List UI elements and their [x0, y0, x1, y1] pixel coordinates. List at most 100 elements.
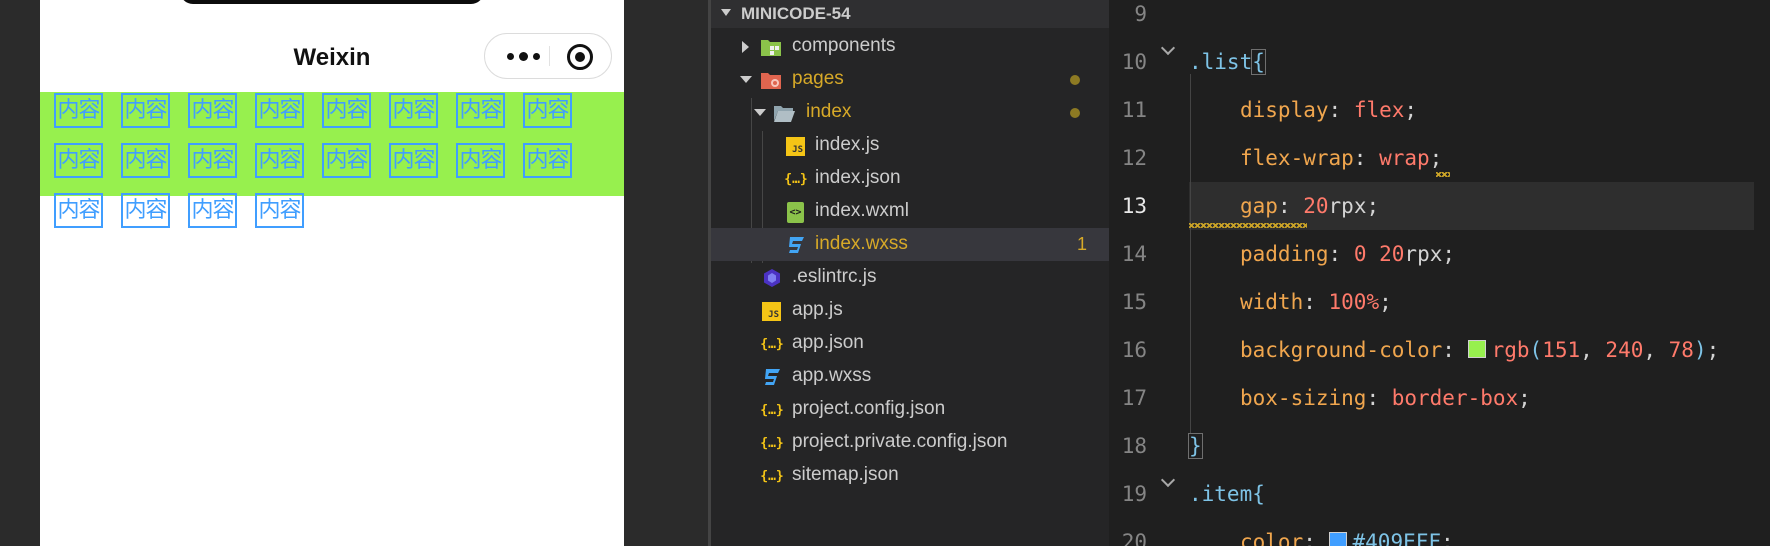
css-number: 20: [1303, 194, 1329, 218]
brace-open: {: [1251, 49, 1266, 75]
more-dots-icon[interactable]: [497, 34, 549, 78]
list-item: 内容: [54, 143, 103, 178]
list-item: 内容: [121, 193, 170, 228]
fold-chevron-icon[interactable]: [1160, 40, 1176, 56]
simulator-left-gutter: [0, 0, 40, 546]
wechat-capsule-button[interactable]: [484, 33, 612, 79]
tree-item-index-js[interactable]: JS index.js: [711, 129, 1109, 162]
punct: :: [1353, 146, 1380, 170]
tree-item-label: sitemap.json: [792, 464, 899, 485]
css-property: width: [1240, 290, 1304, 314]
color-swatch[interactable]: [1467, 340, 1486, 358]
fold-chevron-icon[interactable]: [1160, 472, 1176, 488]
css-selector: .list: [1189, 50, 1253, 74]
punct: ): [1693, 338, 1707, 362]
brace-close: }: [1188, 433, 1203, 459]
list-item: 内容: [188, 143, 237, 178]
css-unit: rpx: [1404, 242, 1443, 266]
js-file-icon: JS: [786, 137, 805, 156]
js-file-icon: JS: [762, 302, 781, 321]
css-selector: .item: [1189, 482, 1253, 506]
tree-item-pages[interactable]: pages: [711, 63, 1109, 96]
css-file-icon: [761, 367, 783, 387]
tree-item-index-json[interactable]: {…} index.json: [711, 162, 1109, 195]
css-unit: rpx: [1328, 194, 1367, 218]
line-number: 19: [1121, 482, 1147, 506]
list-item: 内容: [456, 93, 505, 128]
line-number: 17: [1121, 386, 1147, 410]
close-target-icon[interactable]: [567, 44, 593, 70]
file-explorer: MINICODE-54 components pages index JS in…: [711, 0, 1109, 546]
tree-item-label: app.wxss: [792, 365, 872, 386]
code-line-18: }: [1188, 433, 1203, 459]
code-line-12: flex-wrap: wrap;: [1240, 146, 1442, 170]
css-value: wrap: [1379, 146, 1430, 170]
punct: :: [1328, 242, 1354, 266]
tree-item-app-wxss[interactable]: app.wxss: [711, 360, 1109, 393]
tree-item-label: project.config.json: [792, 398, 946, 419]
line-number-current: 13: [1121, 194, 1147, 218]
punct: :: [1303, 290, 1329, 314]
css-property: display: [1240, 98, 1329, 122]
capsule-divider: [549, 46, 550, 66]
tree-item-app-js[interactable]: JS app.js: [711, 294, 1109, 327]
punct: ;: [1404, 98, 1418, 122]
chevron-right-icon: [742, 41, 749, 53]
code-line-17: box-sizing: border-box;: [1240, 386, 1531, 410]
warning-squiggle: [1436, 172, 1450, 177]
line-number: 15: [1121, 290, 1147, 314]
tree-item-label: index.json: [815, 167, 901, 188]
punct: ;: [1379, 290, 1392, 314]
explorer-root-header[interactable]: MINICODE-54: [711, 0, 1109, 28]
device-notch: [180, 0, 484, 4]
css-number: 20: [1379, 242, 1405, 266]
tree-item-sitemap[interactable]: {…} sitemap.json: [711, 459, 1109, 492]
list-item: 内容: [523, 93, 572, 128]
punct: :: [1442, 338, 1468, 362]
tree-item-label: project.private.config.json: [792, 431, 1008, 452]
json-file-icon: {…}: [784, 171, 808, 187]
line-number: 14: [1121, 242, 1147, 266]
punct: :: [1328, 98, 1354, 122]
folder-pages-icon: [760, 70, 782, 90]
folder-open-icon: [773, 103, 795, 123]
json-file-icon: {…}: [760, 402, 784, 418]
tree-item-label: index.js: [815, 134, 880, 155]
color-swatch[interactable]: [1328, 532, 1347, 546]
css-property: flex-wrap: [1240, 146, 1354, 170]
css-value: border-box: [1391, 386, 1519, 410]
tree-item-index-folder[interactable]: index: [711, 96, 1109, 129]
modified-dot-icon: [1070, 75, 1080, 85]
tree-item-index-wxml[interactable]: <> index.wxml: [711, 195, 1109, 228]
json-file-icon: {…}: [760, 435, 784, 451]
tree-item-components[interactable]: components: [711, 30, 1109, 63]
tree-item-project-config[interactable]: {…} project.config.json: [711, 393, 1109, 426]
chevron-down-icon: [721, 9, 731, 16]
css-number: 78: [1668, 338, 1694, 362]
list-item: 内容: [188, 93, 237, 128]
tree-item-app-json[interactable]: {…} app.json: [711, 327, 1109, 360]
warning-squiggle: [1189, 223, 1307, 228]
line-number: 11: [1121, 98, 1147, 122]
punct: (: [1529, 338, 1543, 362]
punct: ,: [1643, 338, 1669, 362]
tree-item-project-private-config[interactable]: {…} project.private.config.json: [711, 426, 1109, 459]
code-line-19: .item{: [1189, 482, 1265, 506]
list-item: 内容: [121, 143, 170, 178]
tree-item-label: .eslintrc.js: [792, 266, 877, 287]
tree-item-eslintrc[interactable]: .eslintrc.js: [711, 261, 1109, 294]
list-item: 内容: [54, 193, 103, 228]
line-number: 16: [1121, 338, 1147, 362]
wxml-file-icon: <>: [787, 202, 804, 223]
punct: :: [1366, 386, 1392, 410]
css-property: padding: [1240, 242, 1329, 266]
code-line-13: gap: 20rpx;: [1240, 194, 1379, 218]
list-item: 内容: [523, 143, 572, 178]
project-name: MINICODE-54: [741, 4, 851, 23]
tree-item-index-wxss[interactable]: index.wxss 1: [711, 228, 1109, 261]
list-item: 内容: [121, 93, 170, 128]
css-property: background-color: [1240, 338, 1443, 362]
code-editor[interactable]: 9 10 11 12 13 14 15 16 17 18 19 20 .list…: [1109, 0, 1770, 546]
punct: ;: [1441, 530, 1454, 546]
list-item: 内容: [389, 143, 438, 178]
